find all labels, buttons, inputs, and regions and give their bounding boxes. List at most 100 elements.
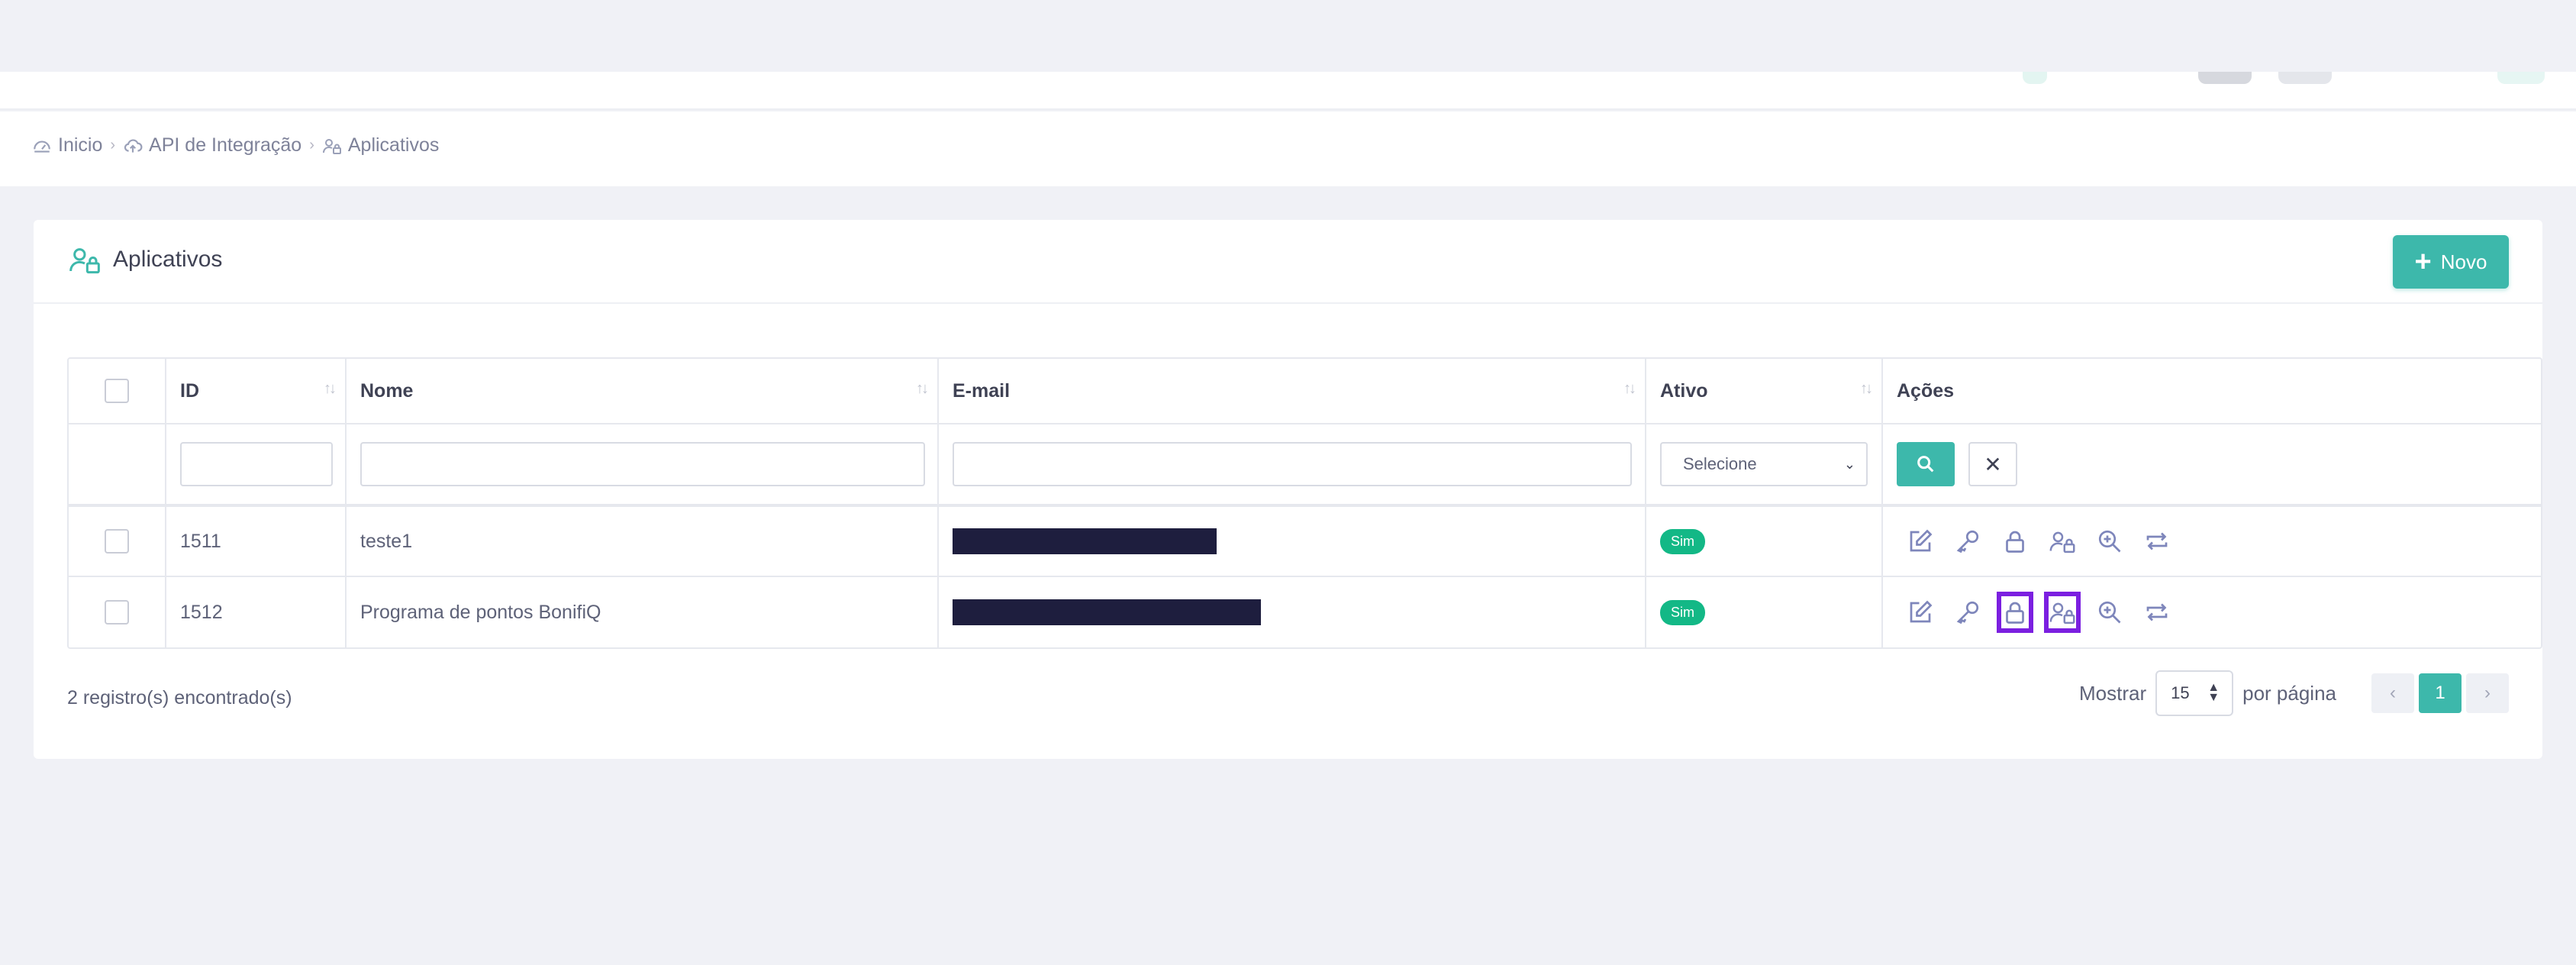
- lock-icon: [2006, 602, 2024, 624]
- repeat-button[interactable]: [2133, 593, 2181, 631]
- row-select-cell: [69, 507, 166, 576]
- header-partial-avatar[interactable]: [2497, 72, 2545, 84]
- per-page-select[interactable]: 15 ▲ ▼: [2155, 670, 2234, 716]
- breadcrumb-separator: ›: [309, 137, 314, 153]
- breadcrumb-aplicativos[interactable]: Aplicativos: [322, 134, 439, 157]
- page-number-button[interactable]: 1: [2419, 673, 2462, 713]
- row-actions: [1897, 522, 2181, 560]
- row-checkbox[interactable]: [105, 529, 129, 554]
- redacted-email: [953, 528, 1217, 554]
- breadcrumb-separator: ›: [110, 137, 116, 153]
- zoom-in-icon: [2098, 601, 2121, 624]
- cell-actions: [1883, 577, 2541, 647]
- users-lock-icon: [322, 138, 341, 154]
- breadcrumb-inicio[interactable]: Inicio: [32, 134, 102, 157]
- sort-icon[interactable]: ↑↓: [1860, 380, 1873, 398]
- cell-nome: Programa de pontos BonifiQ: [347, 577, 939, 647]
- top-header: [0, 72, 2576, 110]
- column-header-label: E-mail: [953, 379, 1011, 402]
- plus-icon: +: [2414, 246, 2432, 278]
- filter-id-input[interactable]: [180, 442, 333, 486]
- view-button[interactable]: [2086, 522, 2133, 560]
- cell-email: [939, 507, 1646, 576]
- sort-icon[interactable]: ↑↓: [324, 380, 337, 398]
- cloud-upload-icon: [124, 139, 143, 153]
- repeat-icon: [2146, 532, 2168, 550]
- edit-icon: [1910, 600, 1933, 623]
- sort-icon[interactable]: ↑↓: [1623, 380, 1636, 398]
- key-icon: [1956, 530, 1979, 554]
- sort-icon[interactable]: ↑↓: [916, 380, 929, 398]
- filter-ativo-cell: Selecione ⌄: [1646, 424, 1883, 504]
- row-checkbox[interactable]: [105, 600, 129, 625]
- pagination: Mostrar 15 ▲ ▼ por página ‹ 1 ›: [2079, 670, 2509, 716]
- edit-button[interactable]: [1897, 593, 1944, 631]
- column-header-label: Nome: [360, 379, 414, 402]
- user-lock-button[interactable]: [2039, 522, 2086, 560]
- header-partial-toggle-2[interactable]: [2278, 72, 2332, 84]
- dashboard-icon: [34, 140, 50, 153]
- column-header-label: Ações: [1897, 379, 1955, 402]
- column-header-id[interactable]: ID ↑↓: [166, 359, 347, 423]
- filter-email-input[interactable]: [953, 442, 1632, 486]
- filter-nome-input[interactable]: [360, 442, 925, 486]
- zoom-in-icon: [2098, 530, 2121, 553]
- view-button[interactable]: [2086, 593, 2133, 631]
- row-select-cell: [69, 577, 166, 647]
- column-header-email[interactable]: E-mail ↑↓: [939, 359, 1646, 423]
- cell-actions: [1883, 507, 2541, 576]
- clear-filters-button[interactable]: ✕: [1968, 442, 2017, 486]
- breadcrumb-api[interactable]: API de Integração: [123, 134, 301, 157]
- chevron-down-icon: ⌄: [1843, 456, 1855, 472]
- applications-table: ID ↑↓ Nome ↑↓ E-mail ↑↓ Ativo ↑↓ Ações Selec…: [67, 357, 2542, 649]
- header-partial-icons: [2023, 72, 2047, 84]
- column-header-label: Ativo: [1660, 379, 1708, 402]
- filter-empty-cell: [69, 424, 166, 504]
- new-button[interactable]: + Novo: [2393, 235, 2509, 289]
- column-header-label: ID: [180, 379, 199, 402]
- key-icon: [1956, 601, 1979, 625]
- breadcrumb-inicio-label: Inicio: [58, 134, 103, 156]
- breadcrumb-api-label: API de Integração: [149, 134, 302, 156]
- show-label: Mostrar: [2078, 681, 2147, 705]
- select-value: Selecione: [1683, 454, 1757, 473]
- lock-button[interactable]: [1991, 522, 2039, 560]
- table-header-row: ID ↑↓ Nome ↑↓ E-mail ↑↓ Ativo ↑↓ Ações: [69, 359, 2541, 424]
- column-header-ativo[interactable]: Ativo ↑↓: [1646, 359, 1883, 423]
- aplicativos-card: Aplicativos + Novo ID ↑↓ Nome ↑↓ E-mail ↑↓ …: [34, 220, 2542, 759]
- cell-ativo: Sim: [1646, 507, 1883, 576]
- cell-ativo: Sim: [1646, 577, 1883, 647]
- key-button[interactable]: [1944, 593, 1991, 631]
- filter-ativo-select[interactable]: Selecione ⌄: [1660, 442, 1868, 486]
- edit-icon: [1910, 529, 1933, 552]
- header-partial-toggle[interactable]: [2198, 72, 2252, 84]
- repeat-button[interactable]: [2133, 522, 2181, 560]
- card-title: Aplicativos: [67, 244, 222, 275]
- user-lock-icon: [2049, 531, 2075, 554]
- cell-email: [939, 577, 1646, 647]
- select-all-checkbox[interactable]: [105, 379, 129, 403]
- breadcrumb-bar: Inicio › API de Integração › Aplicativos: [0, 111, 2576, 186]
- cell-id: 1512: [166, 577, 347, 647]
- column-header-nome[interactable]: Nome ↑↓: [347, 359, 939, 423]
- search-button[interactable]: [1897, 442, 1955, 486]
- next-page-button[interactable]: ›: [2466, 673, 2509, 713]
- table-row: 1512 Programa de pontos BonifiQ Sim: [69, 577, 2541, 647]
- table-filter-row: Selecione ⌄ ✕: [69, 424, 2541, 507]
- new-button-label: Novo: [2440, 250, 2487, 273]
- cell-id: 1511: [166, 507, 347, 576]
- user-lock-button[interactable]: [2044, 592, 2081, 633]
- per-page-value: 15: [2171, 683, 2190, 702]
- edit-button[interactable]: [1897, 522, 1944, 560]
- per-page-suffix: por página: [2242, 681, 2336, 705]
- close-icon: ✕: [1984, 452, 2002, 476]
- users-lock-icon: [69, 248, 100, 274]
- prev-page-button[interactable]: ‹: [2371, 673, 2414, 713]
- header-select-all-cell: [69, 359, 166, 423]
- chevron-left-icon: ‹: [2390, 683, 2396, 703]
- key-button[interactable]: [1944, 522, 1991, 560]
- card-title-text: Aplicativos: [113, 247, 223, 272]
- lock-button[interactable]: [1997, 592, 2033, 633]
- row-actions: [1897, 592, 2181, 633]
- repeat-icon: [2146, 603, 2168, 621]
